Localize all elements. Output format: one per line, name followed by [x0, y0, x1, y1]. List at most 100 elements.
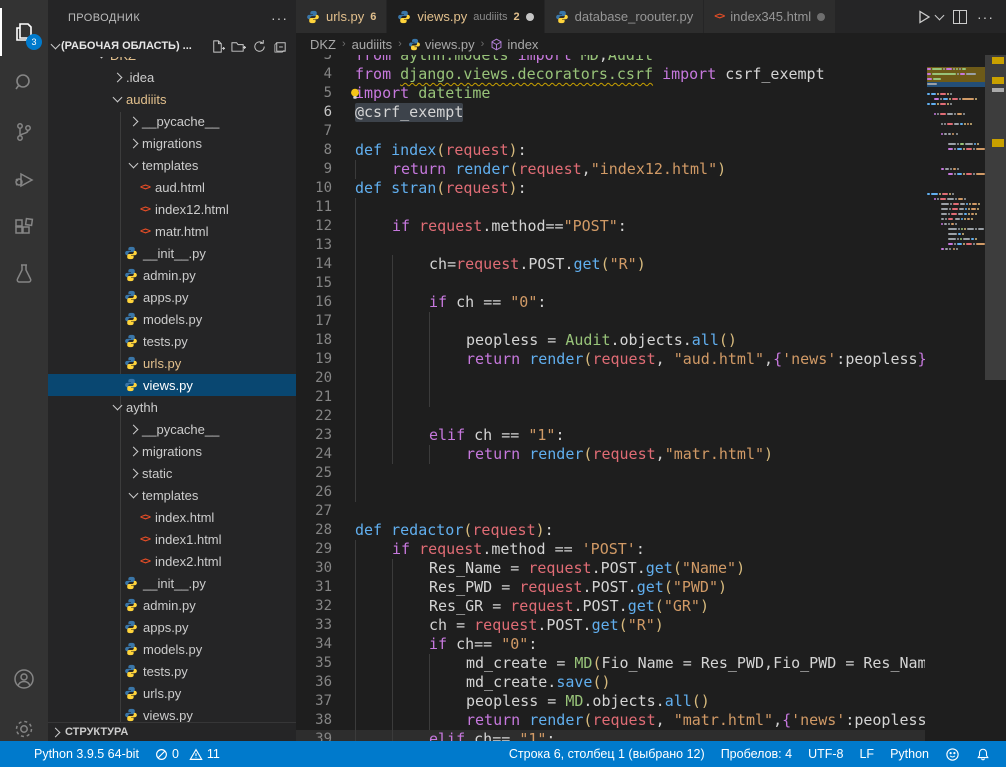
code-line-5: 5import datetime: [296, 84, 925, 103]
scrollbar-thumb[interactable]: [985, 55, 1006, 380]
source-control-icon[interactable]: [0, 108, 48, 156]
refresh-icon[interactable]: [252, 39, 267, 54]
new-folder-icon[interactable]: [231, 39, 246, 54]
chevron-right-icon: [51, 727, 61, 737]
html-file-icon: <>: [140, 512, 150, 523]
tab-index345.html[interactable]: <>index345.html: [704, 0, 836, 33]
extensions-icon[interactable]: [0, 204, 48, 252]
line-number: 3: [296, 55, 332, 65]
tree-item-templates[interactable]: templates: [48, 484, 296, 506]
tree-item-label: tests.py: [143, 664, 188, 679]
tree-item-aud.html[interactable]: <>aud.html: [48, 176, 296, 198]
workspace-section-header[interactable]: (РАБОЧАЯ ОБЛАСТЬ) ...: [48, 35, 296, 57]
code-line-38: 38return render(request, "matr.html",{'n…: [296, 711, 925, 730]
new-file-icon[interactable]: [210, 39, 225, 54]
tab-database_roouter.py[interactable]: database_roouter.py: [545, 0, 705, 33]
python-file-icon: [124, 334, 138, 348]
tree-item-__init__.py[interactable]: __init__.py: [48, 242, 296, 264]
tree-item-migrations[interactable]: migrations: [48, 440, 296, 462]
tree-item-index1.html[interactable]: <>index1.html: [48, 528, 296, 550]
breadcrumb-item-views.py[interactable]: views.py: [408, 37, 475, 52]
tree-item-apps.py[interactable]: apps.py: [48, 286, 296, 308]
tree-item-label: models.py: [143, 312, 202, 327]
run-debug-icon[interactable]: [0, 156, 48, 204]
selection-mark: [992, 88, 1004, 92]
tree-item-matr.html[interactable]: <>matr.html: [48, 220, 296, 242]
notifications-bell-icon[interactable]: [968, 747, 998, 762]
tree-item-__pycache__[interactable]: __pycache__: [48, 110, 296, 132]
editor-scrollbar[interactable]: [985, 55, 1006, 741]
eol-item[interactable]: LF: [851, 747, 882, 761]
tree-item-urls.py[interactable]: urls.py6: [48, 352, 296, 374]
tree-item-views.py[interactable]: views.py: [48, 704, 296, 723]
tree-item-templates[interactable]: templates: [48, 154, 296, 176]
problems-item[interactable]: 0 11: [147, 747, 228, 761]
tree-item-label: DKZ: [110, 57, 136, 63]
minimap[interactable]: [925, 55, 985, 741]
python-file-icon: [124, 290, 138, 304]
code-line-30: 30Res_Name = request.POST.get("Name"): [296, 559, 925, 578]
breadcrumb-item-index[interactable]: index: [490, 37, 538, 52]
run-dropdown-icon[interactable]: [935, 10, 945, 20]
collapse-all-icon[interactable]: [273, 39, 288, 54]
tree-item-index2.html[interactable]: <>index2.html: [48, 550, 296, 572]
tree-item-apps.py[interactable]: apps.py: [48, 616, 296, 638]
tree-item-label: audiiits: [126, 92, 166, 107]
tree-item-static[interactable]: static: [48, 462, 296, 484]
tree-item-label: models.py: [143, 642, 202, 657]
sidebar-more-icon[interactable]: ···: [271, 10, 288, 26]
html-file-icon: <>: [140, 534, 150, 545]
tree-item-.idea[interactable]: .idea: [48, 66, 296, 88]
search-icon[interactable]: [0, 58, 48, 106]
tree-item-label: apps.py: [143, 620, 189, 635]
language-mode-item[interactable]: Python: [882, 747, 937, 761]
testing-icon[interactable]: [0, 250, 48, 298]
split-editor-button[interactable]: [953, 10, 967, 24]
line-number: 17: [296, 312, 332, 331]
feedback-icon[interactable]: [937, 747, 968, 762]
tree-item-index12.html[interactable]: <>index12.html: [48, 198, 296, 220]
code-line-13: 13: [296, 236, 925, 255]
tree-item-models.py[interactable]: models.py: [48, 638, 296, 660]
tree-item-index.html[interactable]: <>index.html: [48, 506, 296, 528]
tree-item-label: migrations: [142, 444, 202, 459]
tree-item-urls.py[interactable]: urls.py: [48, 682, 296, 704]
line-number: 7: [296, 122, 332, 141]
tree-item-audiiits[interactable]: audiiits: [48, 88, 296, 110]
run-button[interactable]: [916, 9, 943, 25]
explorer-icon[interactable]: 3: [0, 8, 48, 56]
tree-item-DKZ[interactable]: DKZ: [48, 57, 296, 66]
lightbulb-icon[interactable]: [348, 86, 362, 106]
dirty-dot-icon[interactable]: [817, 13, 825, 21]
tree-item-__pycache__[interactable]: __pycache__: [48, 418, 296, 440]
code-line-11: 11: [296, 198, 925, 217]
code-editor[interactable]: 3from aythh.models import MD,Audit4from …: [296, 55, 925, 741]
breadcrumb-separator: ›: [398, 38, 402, 50]
line-number: 38: [296, 711, 332, 730]
encoding-item[interactable]: UTF-8: [800, 747, 851, 761]
tab-views.py[interactable]: views.pyaudiiits2: [387, 0, 544, 33]
tree-item-admin.py[interactable]: admin.py: [48, 264, 296, 286]
tree-item-views.py[interactable]: views.py2: [48, 374, 296, 396]
breadcrumb-item-DKZ[interactable]: DKZ: [310, 37, 336, 52]
tab-urls.py[interactable]: urls.py6: [296, 0, 387, 33]
python-interpreter-item[interactable]: Python 3.9.5 64-bit: [26, 747, 147, 761]
dirty-dot-icon[interactable]: [526, 13, 534, 21]
minimap-line: [927, 247, 985, 252]
breadcrumb-item-audiiits[interactable]: audiiits: [352, 37, 392, 52]
tree-item-admin.py[interactable]: admin.py: [48, 594, 296, 616]
more-actions-icon[interactable]: ···: [977, 9, 994, 25]
tree-item-aythh[interactable]: aythh: [48, 396, 296, 418]
tree-item-tests.py[interactable]: tests.py: [48, 330, 296, 352]
tree-item-models.py[interactable]: models.py: [48, 308, 296, 330]
structure-section-header[interactable]: СТРУКТУРА: [48, 722, 296, 741]
tree-item-migrations[interactable]: migrations: [48, 132, 296, 154]
line-number: 8: [296, 141, 332, 160]
tree-item-__init__.py[interactable]: __init__.py: [48, 572, 296, 594]
indentation-item[interactable]: Пробелов: 4: [713, 747, 800, 761]
account-icon[interactable]: [0, 655, 48, 703]
code-line-4: 4from django.views.decorators.csrf impor…: [296, 65, 925, 84]
breadcrumb-separator: ›: [342, 38, 346, 50]
tree-item-tests.py[interactable]: tests.py: [48, 660, 296, 682]
cursor-position-item[interactable]: Строка 6, столбец 1 (выбрано 12): [501, 747, 713, 761]
